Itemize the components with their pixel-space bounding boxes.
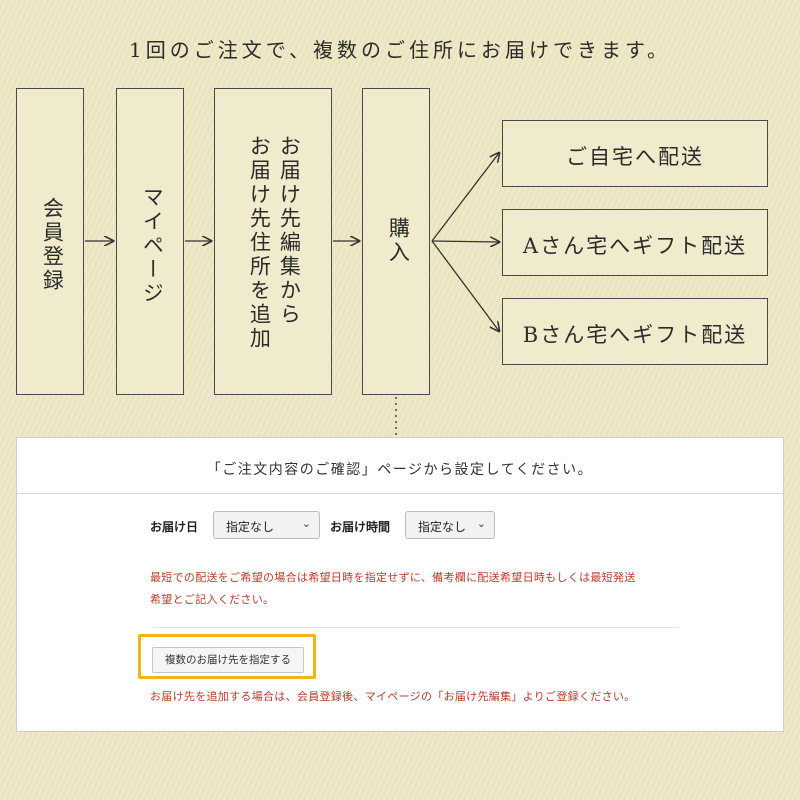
add-address-note: お届け先を追加する場合は、会員登録後、マイページの「お届け先編集」よりご登録くだ… — [150, 690, 636, 703]
delivery-note-line-2: 希望とご記入ください。 — [150, 593, 275, 606]
delivery-date-label: お届け日 — [150, 520, 199, 534]
panel-divider — [17, 493, 783, 494]
delivery-time-value: 指定なし — [418, 520, 467, 534]
delivery-note-line-1: 最短での配送をご希望の場合は希望日時を指定せずに、備考欄に配送希望日時もしくは最… — [150, 571, 636, 584]
delivery-date-select[interactable]: 指定なし ⌄ — [213, 511, 320, 539]
order-confirmation-panel: 「ご注文内容のご確認」ページから設定してください。 お届け日 指定なし ⌄ お届… — [16, 437, 784, 732]
delivery-time-select[interactable]: 指定なし ⌄ — [405, 511, 495, 539]
chevron-down-icon: ⌄ — [476, 517, 486, 530]
multi-address-button[interactable]: 複数のお届け先を指定する — [152, 647, 304, 673]
delivery-time-label: お届け時間 — [330, 520, 391, 534]
arrow-to-home — [431, 153, 499, 242]
chevron-down-icon: ⌄ — [301, 517, 311, 530]
delivery-date-value: 指定なし — [226, 520, 275, 534]
panel-title: 「ご注文内容のご確認」ページから設定してください。 — [206, 462, 594, 478]
section-divider — [153, 627, 679, 628]
arrow-to-gift-b — [431, 240, 499, 331]
arrow-to-gift-a — [431, 241, 499, 242]
